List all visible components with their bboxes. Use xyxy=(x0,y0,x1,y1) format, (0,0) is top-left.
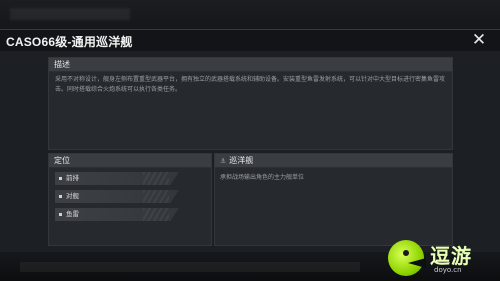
position-tag-front[interactable]: 前排 xyxy=(55,172,179,185)
position-tag-label: 鱼雷 xyxy=(66,210,79,218)
position-tag-anti-ship[interactable]: 对舰 xyxy=(55,190,179,203)
role-panel: ⚓ 巡洋舰 承担战场输出角色的主力舰单位 xyxy=(214,153,453,246)
watermark-brand: 逗游 xyxy=(430,244,472,268)
position-tag-torpedo[interactable]: 鱼雷 xyxy=(55,208,179,221)
bullet-icon xyxy=(59,177,62,180)
description-header: 描述 xyxy=(49,58,452,72)
role-header: ⚓ 巡洋舰 xyxy=(215,154,452,168)
ship-icon: ⚓ xyxy=(220,157,227,165)
watermark: 逗游 doyo.cn xyxy=(388,238,498,278)
watermark-url: doyo.cn xyxy=(434,266,462,274)
positioning-panel: 定位 前排 对舰 鱼雷 xyxy=(48,153,212,246)
close-icon[interactable]: ✕ xyxy=(470,31,488,49)
role-description: 承担战场输出角色的主力舰单位 xyxy=(220,174,305,181)
modal-title-bar: CASO66级-通用巡洋舰 ✕ xyxy=(0,30,500,51)
background-top-bar xyxy=(0,0,500,30)
position-tag-label: 前排 xyxy=(66,174,79,182)
role-title: 巡洋舰 xyxy=(229,156,254,165)
positioning-header: 定位 xyxy=(49,154,211,168)
ship-info-modal: CASO66级-通用巡洋舰 ✕ 描述 采用不对称设计，舰身左侧布置重型武器平台，… xyxy=(0,29,500,253)
description-panel: 描述 采用不对称设计，舰身左侧布置重型武器平台，拥有独立的武器搭载系统和辅助设备… xyxy=(48,57,453,150)
position-tag-label: 对舰 xyxy=(66,192,79,200)
description-text: 采用不对称设计，舰身左侧布置重型武器平台，拥有独立的武器搭载系统和辅助设备。安装… xyxy=(55,76,446,93)
bullet-icon xyxy=(59,195,62,198)
bullet-icon xyxy=(59,213,62,216)
modal-title: CASO66级-通用巡洋舰 xyxy=(6,35,133,49)
doyo-logo-icon xyxy=(388,240,426,276)
